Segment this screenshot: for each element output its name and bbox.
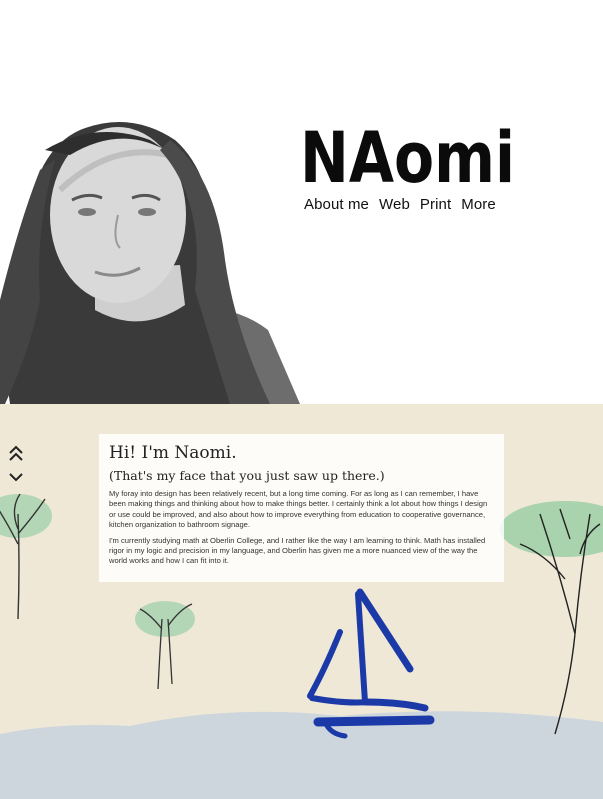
about-paragraph: I'm currently studying math at Oberlin C… bbox=[109, 535, 486, 566]
nav-print[interactable]: Print bbox=[420, 196, 451, 213]
about-heading: Hi! I'm Naomi. bbox=[109, 443, 237, 463]
brand-logo-text: NAomi bbox=[300, 117, 515, 192]
double-chevron-up-icon[interactable] bbox=[7, 444, 25, 464]
illustrated-scene: Hi! I'm Naomi. (That's my face that you … bbox=[0, 404, 603, 799]
section-scroll-controls bbox=[7, 444, 27, 488]
chevron-down-icon[interactable] bbox=[7, 468, 25, 488]
nav-about-me[interactable]: About me bbox=[304, 196, 369, 213]
main-nav: About me Web Print More bbox=[304, 196, 506, 213]
brand-logo[interactable]: NAomi bbox=[300, 110, 530, 192]
portrait-photo bbox=[0, 122, 300, 404]
about-paragraph: My foray into design has been relatively… bbox=[109, 489, 488, 530]
nav-more[interactable]: More bbox=[461, 196, 496, 213]
about-card: Hi! I'm Naomi. (That's my face that you … bbox=[99, 434, 504, 582]
hero-section: NAomi About me Web Print More bbox=[0, 0, 603, 404]
nav-web[interactable]: Web bbox=[379, 196, 410, 213]
about-subheading: (That's my face that you just saw up the… bbox=[109, 468, 385, 483]
